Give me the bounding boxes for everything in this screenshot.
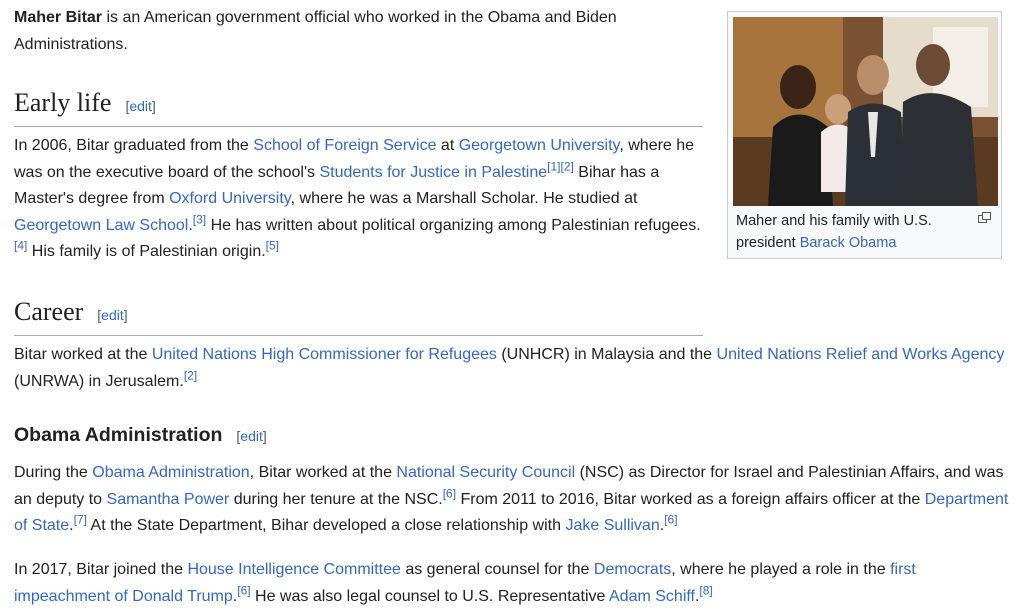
photo-oval-office[interactable] [733, 17, 998, 206]
obama-paragraph-2: In 2017, Bitar joined the House Intellig… [14, 561, 916, 605]
link-jake-sullivan[interactable]: Jake Sullivan [565, 517, 659, 534]
link-adam-schiff[interactable]: Adam Schiff [609, 588, 695, 605]
citation-6[interactable]: [6] [443, 486, 456, 500]
edit-link-early-life: [edit] [125, 98, 156, 114]
citation-6[interactable]: [6] [237, 583, 250, 597]
link-obama-administration[interactable]: Obama Administration [92, 464, 249, 481]
citation-3[interactable]: [3] [193, 212, 206, 226]
citation-4[interactable]: [4] [14, 239, 27, 253]
citation-7[interactable]: [7] [74, 513, 87, 527]
link-barack-obama[interactable]: Barack Obama [800, 235, 897, 251]
edit-obama-button[interactable]: edit [240, 428, 263, 444]
career-paragraph: Bitar worked at the United Nations High … [14, 346, 1005, 390]
link-house-intelligence-committee[interactable]: House Intelligence Committee [187, 561, 400, 578]
heading-early-life: Early life [edit] [14, 86, 703, 127]
edit-early-life-button[interactable]: edit [129, 98, 152, 114]
link-students-for-justice-in-palestine[interactable]: Students for Justice in Palestine [319, 164, 547, 181]
link-unrwa[interactable]: United Nations Relief and Works Agency [717, 346, 1005, 363]
link-oxford-university[interactable]: Oxford University [169, 190, 291, 207]
intro-paragraph: Maher Bitar is an American government of… [14, 5, 704, 58]
link-democrats[interactable]: Democrats [594, 561, 671, 578]
obama-paragraph-1: During the Obama Administration, Bitar w… [14, 464, 1009, 534]
edit-career-button[interactable]: edit [101, 307, 124, 323]
citation-5[interactable]: [5] [266, 239, 279, 253]
heading-career-text: Career [14, 297, 84, 326]
link-georgetown-law-school[interactable]: Georgetown Law School [14, 217, 188, 234]
link-unhcr[interactable]: United Nations High Commissioner for Ref… [152, 346, 497, 363]
heading-early-life-text: Early life [14, 88, 112, 117]
citation-1[interactable]: [1] [547, 159, 560, 173]
heading-obama-administration: Obama Administration [edit] [14, 422, 1004, 449]
intro-text: is an American government official who w… [14, 9, 617, 53]
citation-6[interactable]: [6] [664, 513, 677, 527]
heading-career: Career [edit] [14, 295, 703, 336]
photo-illustration [733, 17, 998, 206]
citation-8[interactable]: [8] [699, 583, 712, 597]
edit-link-obama: [edit] [236, 428, 267, 444]
enlarge-icon[interactable] [978, 212, 991, 226]
citation-2[interactable]: [2] [561, 159, 574, 173]
link-school-of-foreign-service[interactable]: School of Foreign Service [253, 137, 436, 154]
thumbnail-caption: Maher and his family with U.S. president… [736, 210, 976, 254]
infobox-thumbnail: Maher and his family with U.S. president… [727, 11, 1002, 259]
article-subject: Maher Bitar [14, 9, 103, 26]
link-georgetown-university[interactable]: Georgetown University [459, 137, 620, 154]
heading-obama-administration-text: Obama Administration [14, 424, 223, 446]
link-national-security-council[interactable]: National Security Council [396, 464, 575, 481]
link-samantha-power[interactable]: Samantha Power [107, 491, 230, 508]
edit-link-career: [edit] [97, 307, 128, 323]
early-life-paragraph: In 2006, Bitar graduated from the School… [14, 137, 701, 260]
citation-2[interactable]: [2] [184, 368, 197, 382]
